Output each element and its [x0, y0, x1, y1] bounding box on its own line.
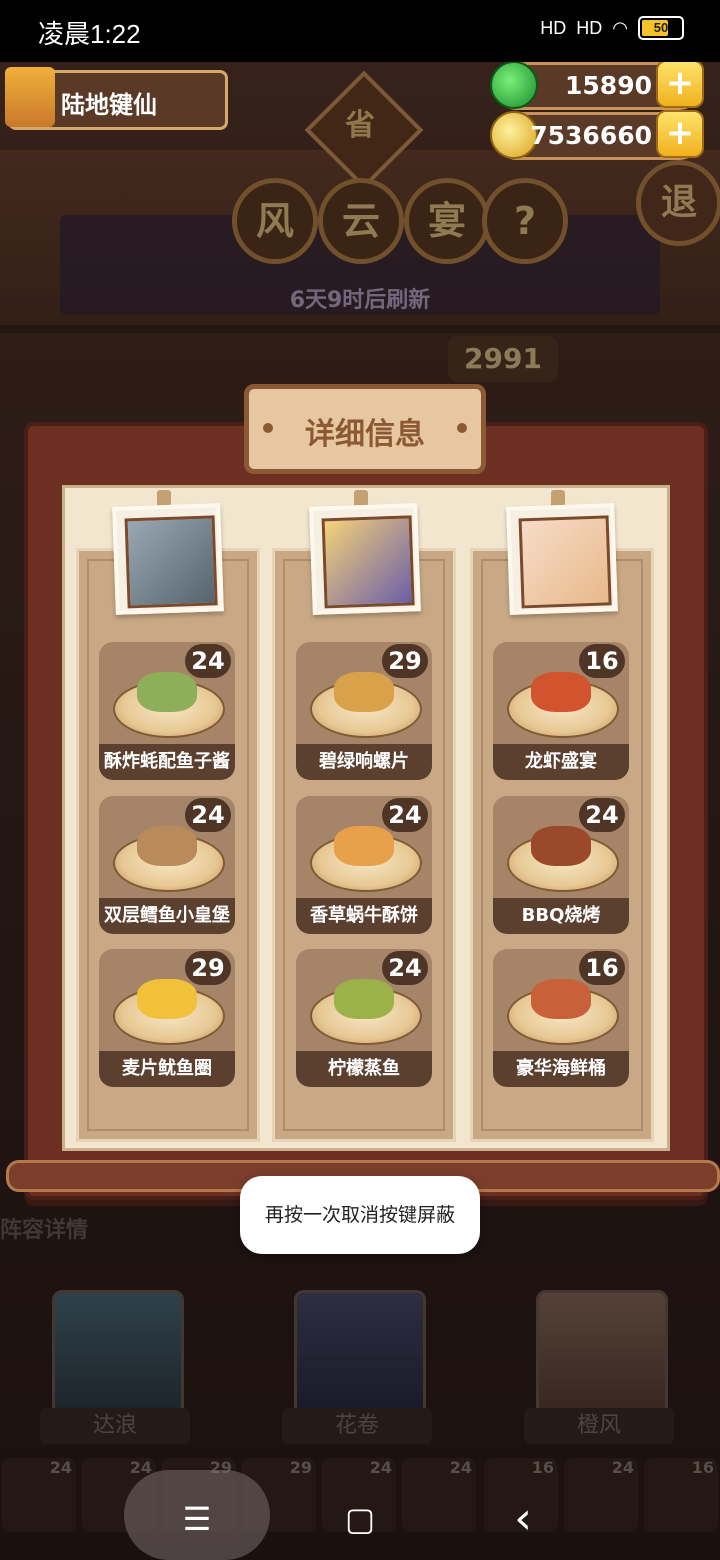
dish-card[interactable]: 29 麦片鱿鱼圈	[99, 949, 235, 1087]
player-avatar-icon	[5, 67, 55, 127]
battery-icon: 50	[638, 16, 684, 40]
dish-food-icon	[334, 672, 394, 712]
detail-panel-title: 详细信息	[244, 384, 486, 474]
gem-value: 15890	[565, 71, 652, 100]
dish-card[interactable]: 24 酥炸蚝配鱼子酱	[99, 642, 235, 780]
dish-count: 16	[579, 644, 625, 678]
dish-name: 碧绿响螺片	[296, 744, 432, 780]
gem-counter: 15890 +	[490, 60, 704, 110]
dish-card[interactable]: 29 碧绿响螺片	[296, 642, 432, 780]
dish-name: 双层鳕鱼小皇堡	[99, 898, 235, 934]
dish-count: 24	[382, 951, 428, 985]
signal-icon: HD	[576, 17, 603, 38]
dish-count: 29	[185, 951, 231, 985]
status-bar: 凌晨1:22 HD HD ◠ 50	[0, 0, 720, 62]
wifi-icon: ◠	[612, 17, 628, 38]
dish-food-icon	[531, 979, 591, 1019]
dish-count: 29	[382, 644, 428, 678]
dish-food-icon	[334, 979, 394, 1019]
dish-food-icon	[531, 826, 591, 866]
chef-portrait-dalang[interactable]	[112, 503, 224, 615]
dish-food-icon	[137, 979, 197, 1019]
player-badge[interactable]: 陆地键仙	[5, 67, 228, 130]
coin-counter: 7536660 +	[490, 110, 704, 160]
dish-name: 香草蜗牛酥饼	[296, 898, 432, 934]
dish-count: 24	[382, 798, 428, 832]
dish-food-icon	[334, 826, 394, 866]
dish-count: 16	[579, 951, 625, 985]
add-gems-button[interactable]: +	[656, 60, 704, 108]
dish-card[interactable]: 16 龙虾盛宴	[493, 642, 629, 780]
dish-card[interactable]: 24 BBQ烧烤	[493, 796, 629, 934]
dish-name: 麦片鱿鱼圈	[99, 1051, 235, 1087]
dish-food-icon	[137, 672, 197, 712]
dish-name: BBQ烧烤	[493, 898, 629, 934]
dish-name: 柠檬蒸鱼	[296, 1051, 432, 1087]
panel-title-text: 详细信息	[305, 417, 425, 452]
signal-icon: HD	[540, 17, 567, 38]
dish-card[interactable]: 24 香草蜗牛酥饼	[296, 796, 432, 934]
dish-count: 24	[185, 798, 231, 832]
dish-count: 24	[185, 644, 231, 678]
dish-name: 酥炸蚝配鱼子酱	[99, 744, 235, 780]
coin-value: 7536660	[530, 121, 652, 150]
dish-count: 24	[579, 798, 625, 832]
toast-message: 再按一次取消按键屏蔽	[240, 1176, 480, 1254]
title-dot-icon	[457, 423, 467, 433]
add-coins-button[interactable]: +	[656, 110, 704, 158]
back-nav-icon[interactable]: ‹	[488, 1484, 558, 1554]
dish-name: 龙虾盛宴	[493, 744, 629, 780]
status-icons: HD HD ◠ 50	[540, 16, 684, 40]
status-time: 凌晨1:22	[38, 19, 141, 49]
player-name: 陆地键仙	[61, 91, 157, 119]
chef-portrait-huajuan[interactable]	[309, 503, 421, 615]
dish-food-icon	[531, 672, 591, 712]
chef-portrait-chengfeng[interactable]	[506, 503, 618, 615]
dish-card[interactable]: 24 双层鳕鱼小皇堡	[99, 796, 235, 934]
dish-card[interactable]: 24 柠檬蒸鱼	[296, 949, 432, 1087]
dish-food-icon	[137, 826, 197, 866]
home-nav-icon[interactable]: ▢	[325, 1484, 395, 1554]
dish-card[interactable]: 16 豪华海鲜桶	[493, 949, 629, 1087]
dish-name: 豪华海鲜桶	[493, 1051, 629, 1087]
gem-icon	[490, 61, 538, 109]
menu-nav-icon[interactable]: ☰	[162, 1484, 232, 1554]
